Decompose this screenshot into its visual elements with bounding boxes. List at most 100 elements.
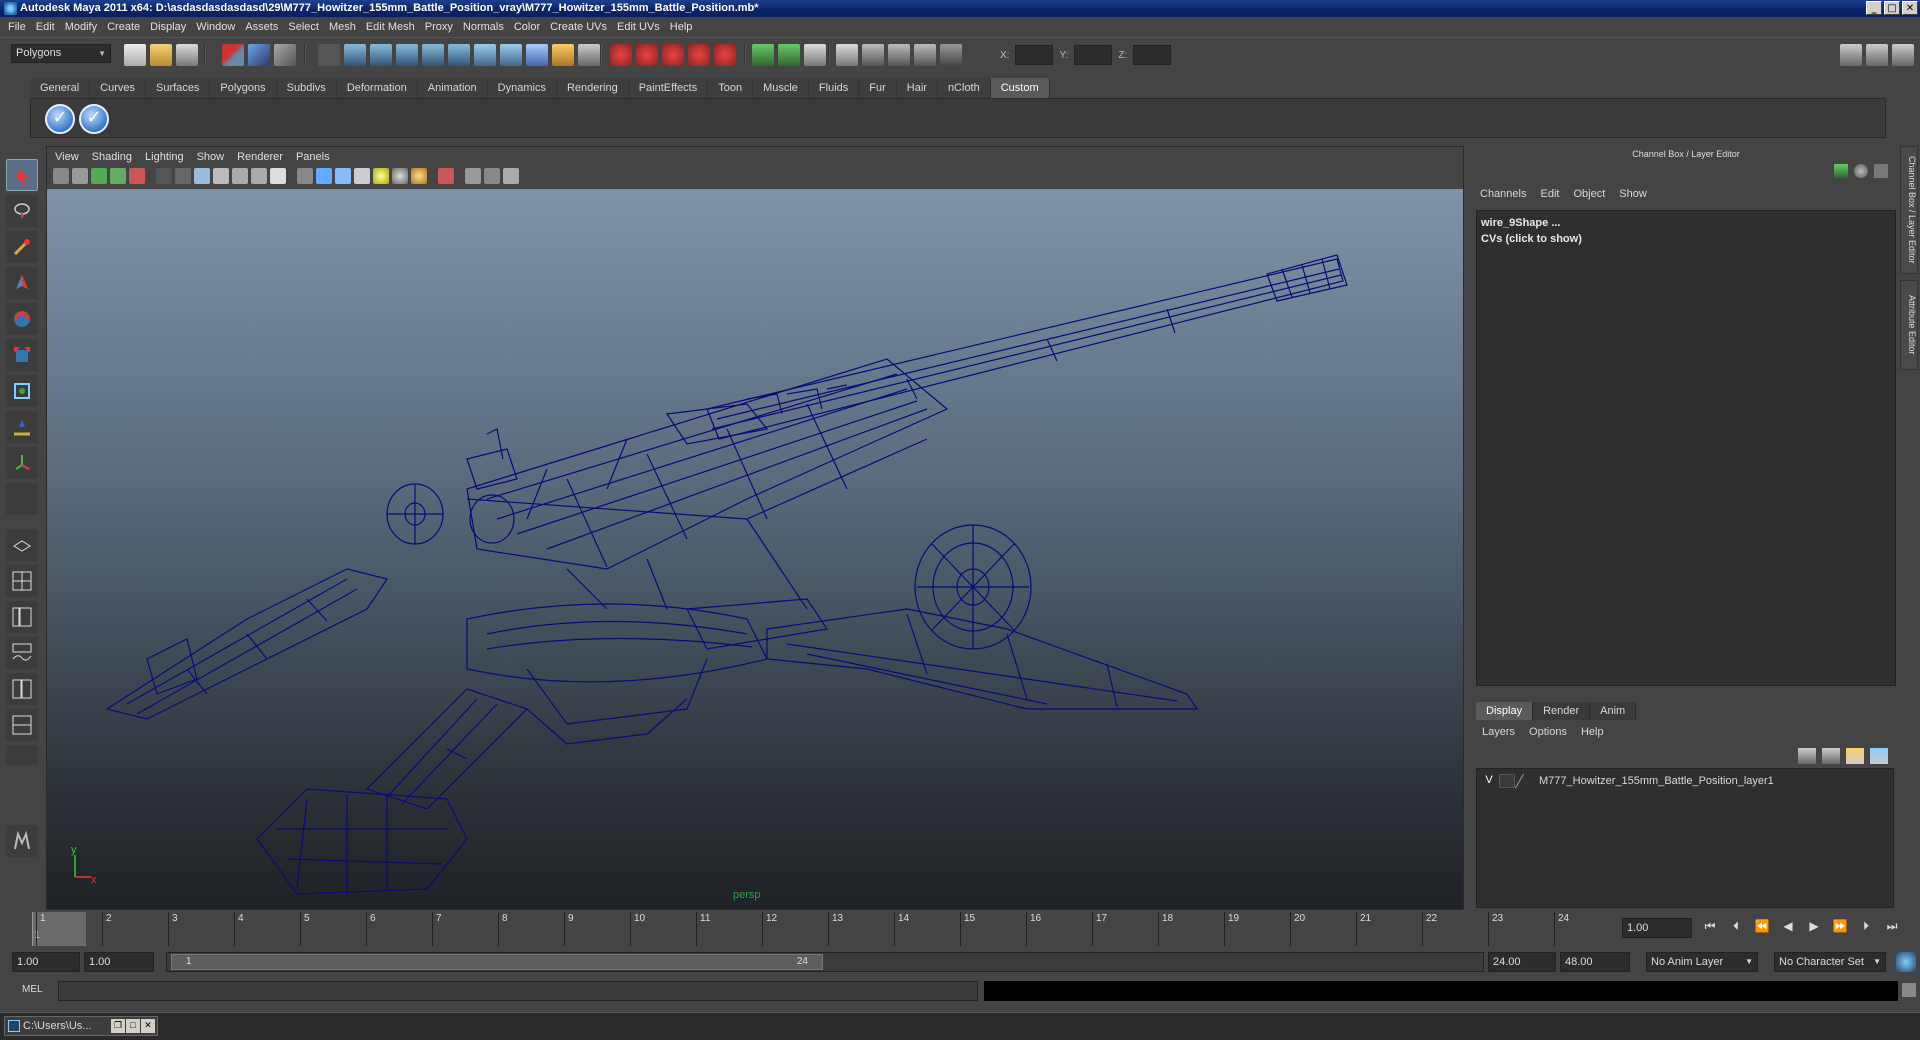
show-hide-channel-box-icon[interactable] <box>804 44 826 66</box>
shelf-tab-curves[interactable]: Curves <box>90 78 146 98</box>
shadows-icon[interactable] <box>392 168 408 184</box>
x-field[interactable] <box>1015 45 1054 65</box>
select-by-object-icon[interactable] <box>248 44 270 66</box>
selected-object-name[interactable]: wire_9Shape ... <box>1481 215 1582 231</box>
step-forward-key-icon[interactable]: ⏩ <box>1830 919 1850 937</box>
checkmark-shelf-icon[interactable]: ✓ <box>45 104 75 134</box>
resolution-gate-icon[interactable] <box>194 168 210 184</box>
viewport-menu-renderer[interactable]: Renderer <box>237 151 283 163</box>
range-slider[interactable]: 1 24 <box>166 952 1484 972</box>
layer-tab-render[interactable]: Render <box>1533 702 1591 720</box>
gate-mask-icon[interactable] <box>213 168 229 184</box>
menu-color[interactable]: Color <box>514 21 548 33</box>
script-editor-icon[interactable] <box>1902 983 1916 997</box>
shelf-tab-fluids[interactable]: Fluids <box>808 78 860 98</box>
snap-grid-icon[interactable] <box>344 44 366 66</box>
open-scene-icon[interactable] <box>150 44 172 66</box>
snap-view-plane-icon[interactable] <box>422 44 444 66</box>
paint-select-tool[interactable] <box>6 231 38 263</box>
viewport-menu-view[interactable]: View <box>55 151 79 163</box>
lasso-tool[interactable] <box>6 195 38 227</box>
shelf-tab-deformation[interactable]: Deformation <box>336 78 418 98</box>
move-layer-up-icon[interactable] <box>1798 748 1816 764</box>
menu-normals[interactable]: Normals <box>463 21 512 33</box>
layer-menu-options[interactable]: Options <box>1529 726 1567 738</box>
xray-icon[interactable] <box>465 168 481 184</box>
scale-tool[interactable] <box>6 339 38 371</box>
go-to-end-icon[interactable]: ⏭ <box>1882 919 1902 937</box>
create-layer-from-selection-icon[interactable] <box>1870 748 1888 764</box>
layer-visibility-toggle[interactable]: V <box>1479 774 1499 788</box>
channel-menu-object[interactable]: Object <box>1573 188 1605 200</box>
camera-icon[interactable] <box>53 168 69 184</box>
maximize-icon[interactable]: □ <box>126 1019 140 1033</box>
pin-icon[interactable] <box>1874 164 1888 178</box>
auto-key-icon[interactable] <box>1896 952 1916 972</box>
universal-manipulator-tool[interactable] <box>6 375 38 407</box>
shelf-tab-dynamics[interactable]: Dynamics <box>487 78 557 98</box>
film-gate-icon[interactable] <box>175 168 191 184</box>
layer-row[interactable]: V M777_Howitzer_155mm_Battle_Position_la… <box>1479 773 1891 789</box>
xray-joints-icon[interactable] <box>484 168 500 184</box>
menu-edit-uvs[interactable]: Edit UVs <box>617 21 668 33</box>
toggle-attribute-editor-icon[interactable] <box>1840 44 1862 66</box>
shelf-tab-rendering[interactable]: Rendering <box>556 78 629 98</box>
animation-start-field[interactable]: 1.00 <box>12 952 80 972</box>
menu-edit-mesh[interactable]: Edit Mesh <box>366 21 423 33</box>
y-field[interactable] <box>1074 45 1113 65</box>
menu-modify[interactable]: Modify <box>65 21 105 33</box>
layout-hypershade-persp[interactable] <box>6 673 38 705</box>
key-icon[interactable] <box>1834 164 1848 178</box>
make-live-icon[interactable] <box>448 44 470 66</box>
soft-modification-tool[interactable] <box>6 411 38 443</box>
shelf-tab-polygons[interactable]: Polygons <box>210 78 277 98</box>
smooth-shade-icon[interactable] <box>316 168 332 184</box>
animation-end-field[interactable]: 48.00 <box>1560 952 1630 972</box>
minimized-window[interactable]: C:\Users\Us... ❐ □ ✕ <box>4 1016 158 1036</box>
menu-proxy[interactable]: Proxy <box>425 21 461 33</box>
toggle-tool-settings-icon[interactable] <box>1866 44 1888 66</box>
wireframe-on-shaded-icon[interactable] <box>335 168 351 184</box>
menu-assets[interactable]: Assets <box>245 21 286 33</box>
play-backwards-icon[interactable]: ◀ <box>1778 919 1798 937</box>
menu-select[interactable]: Select <box>288 21 327 33</box>
shelf-tab-muscle[interactable]: Muscle <box>753 78 809 98</box>
uv-editor-icon[interactable] <box>914 44 936 66</box>
move-layer-down-icon[interactable] <box>1822 748 1840 764</box>
shelf-tab-painteffects[interactable]: PaintEffects <box>628 78 709 98</box>
shelf-tab-hair[interactable]: Hair <box>896 78 938 98</box>
layer-menu-layers[interactable]: Layers <box>1482 726 1515 738</box>
layer-tab-display[interactable]: Display <box>1476 702 1534 720</box>
current-frame-field[interactable]: 1.00 <box>1622 918 1692 938</box>
play-forwards-icon[interactable]: ▶ <box>1804 919 1824 937</box>
close-icon[interactable]: ✕ <box>141 1019 155 1033</box>
create-empty-layer-icon[interactable] <box>1846 748 1864 764</box>
side-tab-channel-box[interactable]: Channel Box / Layer Editor <box>1900 146 1918 274</box>
checkmark-shelf-icon-2[interactable]: ✓ <box>79 104 109 134</box>
shelf-tab-subdivs[interactable]: Subdivs <box>276 78 337 98</box>
help-icon[interactable] <box>526 44 548 66</box>
camera-attributes-icon[interactable] <box>72 168 88 184</box>
shelf-tab-toon[interactable]: Toon <box>708 78 754 98</box>
two-d-pan-icon[interactable] <box>129 168 145 184</box>
character-set-dropdown[interactable]: No Character Set ▼ <box>1774 952 1886 972</box>
show-manipulator-tool[interactable] <box>6 447 38 479</box>
field-chart-icon[interactable] <box>232 168 248 184</box>
shelf-tab-general[interactable]: General <box>30 78 91 98</box>
shelf-tab-surfaces[interactable]: Surfaces <box>145 78 211 98</box>
high-quality-icon[interactable] <box>411 168 427 184</box>
textured-icon[interactable] <box>354 168 370 184</box>
menu-file[interactable]: File <box>8 21 34 33</box>
shelf-tab-custom[interactable]: Custom <box>990 78 1050 98</box>
menu-edit[interactable]: Edit <box>36 21 63 33</box>
layout-persp-graph[interactable] <box>6 637 38 669</box>
hypershade-icon[interactable] <box>688 44 710 66</box>
use-all-lights-icon[interactable] <box>373 168 389 184</box>
shelf-tab-ncloth[interactable]: nCloth <box>937 78 991 98</box>
save-scene-icon[interactable] <box>176 44 198 66</box>
safe-action-icon[interactable] <box>251 168 267 184</box>
shelf-tab-animation[interactable]: Animation <box>417 78 488 98</box>
last-tool[interactable] <box>6 483 38 515</box>
hypergraph-icon[interactable] <box>888 44 910 66</box>
playback-end-field[interactable]: 24.00 <box>1488 952 1556 972</box>
